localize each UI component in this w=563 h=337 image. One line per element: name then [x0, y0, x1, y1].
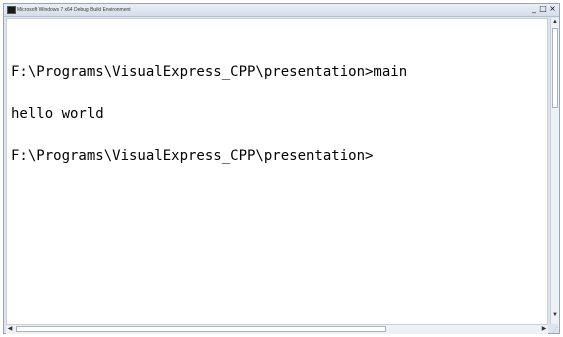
horizontal-scrollbar[interactable]: ◀ ▶: [6, 324, 548, 334]
console-app-icon[interactable]: [7, 6, 16, 14]
maximize-button[interactable]: □: [539, 5, 547, 13]
scroll-left-icon[interactable]: ◀: [6, 325, 14, 333]
console-output: F:\Programs\VisualExpress_CPP\presentati…: [11, 37, 407, 191]
console-window: Microsoft Windows 7 x64 Debug Build Envi…: [3, 3, 560, 334]
console-line-prompt: F:\Programs\VisualExpress_CPP\presentati…: [11, 148, 374, 164]
scroll-down-icon[interactable]: ▼: [551, 311, 559, 319]
horizontal-scroll-thumb[interactable]: [16, 326, 386, 332]
window-title: Microsoft Windows 7 x64 Debug Build Envi…: [17, 7, 131, 13]
console-line-output: hello world: [11, 106, 104, 122]
close-button[interactable]: ×: [548, 5, 557, 13]
title-bar[interactable]: Microsoft Windows 7 x64 Debug Build Envi…: [4, 4, 559, 17]
scroll-up-icon[interactable]: ▲: [551, 18, 559, 26]
scrollbar-corner: ⋰: [550, 324, 558, 333]
vertical-scroll-thumb[interactable]: [552, 28, 558, 108]
vertical-scrollbar[interactable]: ▲ ▼: [550, 18, 559, 329]
console-output-area[interactable]: F:\Programs\VisualExpress_CPP\presentati…: [6, 18, 548, 329]
minimize-button[interactable]: _: [530, 5, 538, 13]
resize-grip-icon[interactable]: ⋰: [553, 327, 558, 333]
scroll-right-icon[interactable]: ▶: [540, 325, 548, 333]
console-line-command: F:\Programs\VisualExpress_CPP\presentati…: [11, 64, 408, 80]
window-controls: _ □ ×: [530, 5, 557, 13]
